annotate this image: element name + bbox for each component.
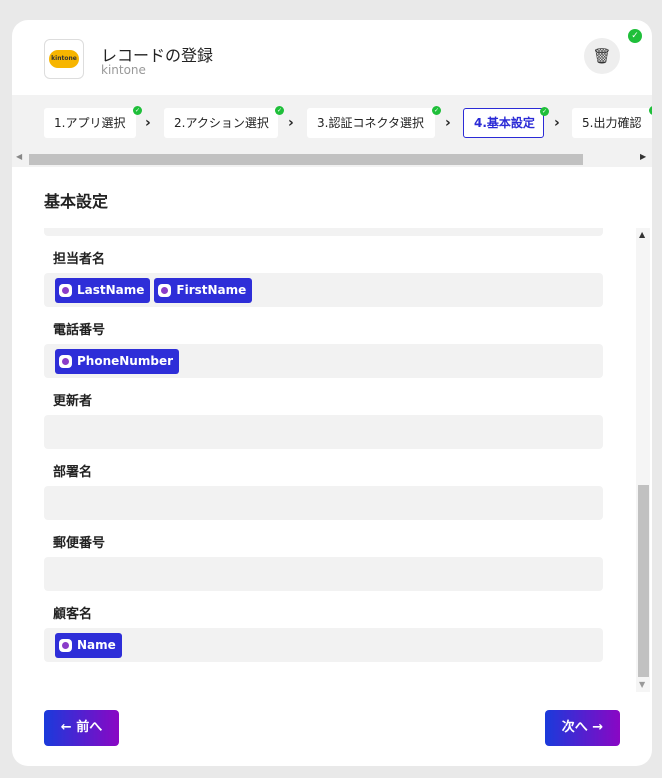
variable-chip[interactable]: LastName	[55, 277, 151, 303]
scrollbar-thumb[interactable]	[29, 154, 583, 165]
field-input-tantousha[interactable]: LastName FirstName	[44, 273, 603, 307]
field-input-customer[interactable]: Name	[44, 628, 603, 662]
step-5[interactable]: 5.出力確認✓	[572, 106, 652, 138]
field-input-postal[interactable]	[44, 557, 603, 591]
step-nav: 1.アプリ選択 ✓ › 2.アクション選択 ✓ › 3.認証コネクタ選択 ✓ › 4.…	[12, 95, 652, 167]
field-label: 担当者名	[53, 252, 106, 267]
chevron-right-icon: ›	[445, 115, 451, 131]
scroll-up-icon[interactable]: ▲	[639, 230, 645, 239]
kintone-logo: kintone	[44, 39, 84, 79]
fields-scroll-area: 担当者名 LastName FirstName 電話番号 PhoneNumber…	[44, 228, 604, 692]
chevron-right-icon: ›	[288, 115, 294, 131]
chevron-right-icon: ›	[554, 115, 560, 131]
scrollbar-thumb[interactable]	[638, 485, 649, 677]
check-icon: ✓	[275, 106, 284, 115]
next-button[interactable]: 次へ →	[545, 710, 620, 746]
field-label: 顧客名	[53, 607, 93, 622]
vertical-scrollbar[interactable]: ▲ ▼	[636, 228, 650, 692]
variable-icon	[59, 354, 72, 368]
scroll-down-icon[interactable]: ▼	[639, 680, 645, 689]
variable-icon	[158, 283, 172, 297]
complete-check-icon: ✓	[628, 29, 642, 43]
delete-button[interactable]: 🗑	[584, 38, 620, 74]
check-icon: ✓	[432, 106, 441, 115]
field-input-department[interactable]	[44, 486, 603, 520]
check-icon: ✓	[133, 106, 142, 115]
scroll-right-icon[interactable]: ▶	[640, 152, 646, 161]
panel-subtitle: kintone	[101, 63, 146, 77]
record-registration-panel: kintone レコードの登録 kintone 🗑 1.アプリ選択 ✓ › 2.ア…	[12, 20, 652, 766]
check-icon: ✓	[649, 106, 652, 115]
step-2[interactable]: 2.アクション選択 ✓	[164, 106, 284, 138]
field-label: 郵便番号	[53, 536, 106, 551]
section-title: 基本設定	[44, 192, 109, 211]
step-3[interactable]: 3.認証コネクタ選択 ✓	[307, 106, 441, 138]
field-label: 電話番号	[53, 323, 106, 338]
variable-chip[interactable]: PhoneNumber	[55, 348, 179, 374]
variable-chip[interactable]: Name	[55, 632, 122, 658]
trash-icon: 🗑	[592, 47, 612, 65]
field-label: 部署名	[53, 465, 93, 480]
variable-icon	[59, 283, 72, 297]
check-icon: ✓	[540, 107, 549, 116]
variable-icon	[59, 638, 72, 652]
step-1[interactable]: 1.アプリ選択 ✓	[44, 106, 142, 138]
field-label: 更新者	[53, 394, 93, 409]
chevron-right-icon: ›	[145, 115, 151, 131]
prev-button[interactable]: ← 前へ	[44, 710, 119, 746]
field-input-phone[interactable]: PhoneNumber	[44, 344, 603, 378]
variable-chip[interactable]: FirstName	[154, 277, 253, 303]
scroll-left-icon[interactable]: ◀	[16, 152, 22, 161]
step-4[interactable]: 4.基本設定 ✓	[463, 107, 549, 138]
field-input-updater[interactable]	[44, 415, 603, 449]
horizontal-scrollbar[interactable]: ◀ ▶	[12, 152, 652, 166]
field-input[interactable]	[44, 228, 603, 236]
